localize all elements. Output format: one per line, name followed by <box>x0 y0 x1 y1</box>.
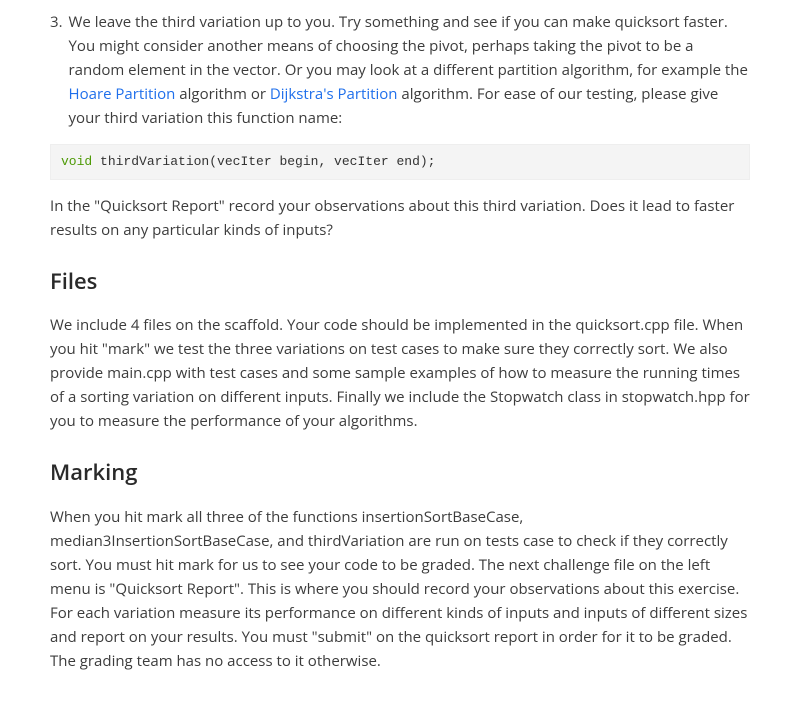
heading-files: Files <box>50 264 750 299</box>
code-block-third-variation: void thirdVariation(vecIter begin, vecIt… <box>50 144 750 180</box>
item3-text-1: We leave the third variation up to you. … <box>69 12 748 80</box>
link-hoare-partition[interactable]: Hoare Partition <box>69 84 176 104</box>
ordered-item-3: 3. We leave the third variation up to yo… <box>50 10 750 130</box>
heading-marking: Marking <box>50 455 750 490</box>
marking-paragraph: When you hit mark all three of the funct… <box>50 505 750 673</box>
item-number: 3. <box>50 10 63 130</box>
code-rest: thirdVariation(vecIter begin, vecIter en… <box>92 154 435 169</box>
files-paragraph: We include 4 files on the scaffold. Your… <box>50 313 750 433</box>
code-keyword: void <box>61 154 92 169</box>
link-dijkstra-partition[interactable]: Dijkstra's Partition <box>270 84 398 104</box>
document-page: 3. We leave the third variation up to yo… <box>0 0 800 707</box>
item-body: We leave the third variation up to you. … <box>69 10 750 130</box>
item3-text-between: algorithm or <box>179 84 270 104</box>
followup-paragraph: In the "Quicksort Report" record your ob… <box>50 194 750 242</box>
